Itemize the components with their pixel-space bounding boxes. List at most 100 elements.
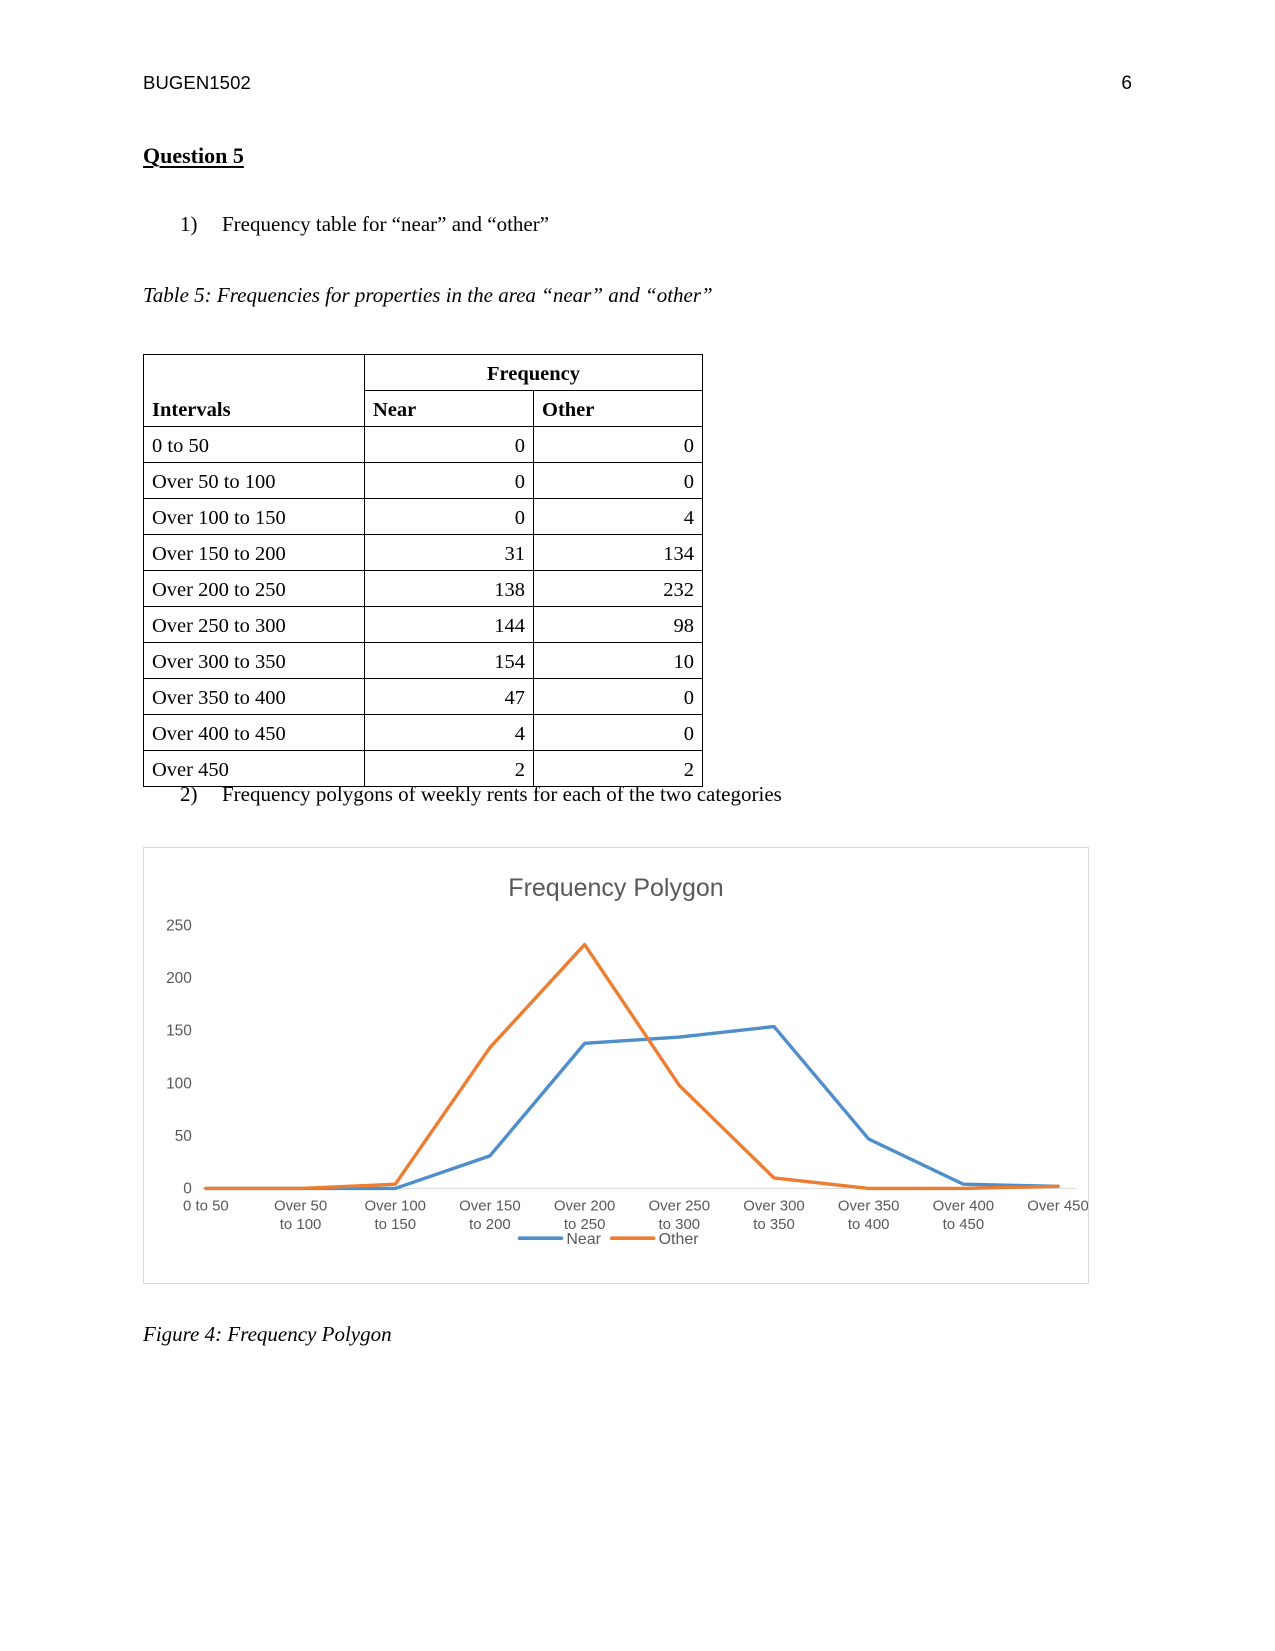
table-row: Over 250 to 300 144 98 bbox=[143, 606, 703, 643]
table-row: Over 400 to 450 4 0 bbox=[143, 714, 703, 751]
table-head: Frequency Intervals Near Other bbox=[143, 354, 703, 427]
question-title: Question 5 bbox=[143, 143, 244, 168]
table-cell-near: 154 bbox=[364, 642, 534, 679]
x-axis-tick-label: Over 50 to 100 bbox=[274, 1197, 327, 1233]
table-row: Over 100 to 150 0 4 bbox=[143, 498, 703, 535]
table-row: Over 200 to 250 138 232 bbox=[143, 570, 703, 607]
x-axis-tick-label: Over 200to 250 bbox=[554, 1197, 616, 1233]
x-axis-tick-label: Over 450 bbox=[1027, 1197, 1088, 1214]
chart-series-line-near bbox=[204, 1024, 1060, 1191]
table-cell-near: 31 bbox=[364, 534, 534, 571]
y-axis-tick-label: 200 bbox=[166, 970, 192, 987]
x-axis-ticks: 0 to 50 Over 50to 100Over 100to 150Over 1… bbox=[183, 1197, 1088, 1233]
svg-text:Over 50: Over 50 bbox=[274, 1197, 327, 1214]
x-axis-tick-label: 0 to 50 bbox=[183, 1197, 229, 1214]
svg-text:Over 150: Over 150 bbox=[459, 1197, 521, 1214]
table-cell-interval: Over 150 to 200 bbox=[143, 534, 365, 571]
table-caption: Table 5: Frequencies for properties in t… bbox=[143, 283, 713, 307]
table-cell-other: 0 bbox=[533, 462, 703, 499]
svg-text:to 350: to 350 bbox=[753, 1216, 795, 1233]
table-cell-near: 47 bbox=[364, 678, 534, 715]
table-cell-other: 0 bbox=[533, 714, 703, 751]
y-axis-tick-label: 50 bbox=[175, 1128, 192, 1145]
y-axis-tick-label: 150 bbox=[166, 1023, 192, 1040]
svg-text:Over 200: Over 200 bbox=[554, 1197, 616, 1214]
table-cell-near: 138 bbox=[364, 570, 534, 607]
list-item: 1) Frequency table for “near” and “other… bbox=[180, 212, 549, 237]
table-cell-other: 0 bbox=[533, 426, 703, 463]
svg-text:0 to 50: 0 to 50 bbox=[183, 1197, 229, 1214]
y-axis-ticks: 0 50 100 150 200 250 bbox=[166, 918, 192, 1198]
list-item-label: Frequency table for “near” and “other” bbox=[222, 212, 550, 236]
table-cell-near: 144 bbox=[364, 606, 534, 643]
table-cell-interval: Over 200 to 250 bbox=[143, 570, 365, 607]
table-cell-other: 232 bbox=[533, 570, 703, 607]
table-cell-other: 134 bbox=[533, 534, 703, 571]
x-axis-tick-label: Over 300 to 350 bbox=[743, 1197, 805, 1233]
chart-series-line-other bbox=[204, 942, 1060, 1191]
list-item: 2) Frequency polygons of weekly rents fo… bbox=[180, 782, 782, 807]
svg-text:to 150: to 150 bbox=[374, 1216, 416, 1233]
list-marker: 2) bbox=[180, 782, 198, 806]
list-marker: 1) bbox=[180, 212, 198, 236]
table-header-near: Near bbox=[364, 390, 534, 427]
frequency-polygon-chart: Frequency Polygon 0 50 100 150 200 250 0 to 5… bbox=[143, 847, 1089, 1284]
table-cell-interval: Over 400 to 450 bbox=[143, 714, 365, 751]
table-cell-near: 0 bbox=[364, 462, 534, 499]
chart-legend: Near Other bbox=[517, 1231, 700, 1248]
table-cell-interval: Over 250 to 300 bbox=[143, 606, 365, 643]
x-axis-tick-label: Over 350 to 400 bbox=[838, 1197, 900, 1233]
table-header-row-group: Frequency bbox=[143, 354, 703, 391]
table-header-other: Other bbox=[533, 390, 703, 427]
table-cell-near: 4 bbox=[364, 714, 534, 751]
table-cell-near: 0 bbox=[364, 498, 534, 535]
table-corner-cell bbox=[143, 354, 365, 391]
table-row: Over 150 to 200 31 134 bbox=[143, 534, 703, 571]
table-cell-other: 98 bbox=[533, 606, 703, 643]
table-cell-other: 10 bbox=[533, 642, 703, 679]
table-group-header-frequency: Frequency bbox=[364, 354, 703, 391]
x-axis-tick-label: Over 250to 300 bbox=[649, 1197, 711, 1233]
y-axis-tick-label: 100 bbox=[166, 1075, 192, 1092]
table-cell-interval: Over 100 to 150 bbox=[143, 498, 365, 535]
list-item-label: Frequency polygons of weekly rents for e… bbox=[222, 782, 782, 806]
table-row: 0 to 50 0 0 bbox=[143, 426, 703, 463]
table-row: Over 300 to 350 154 10 bbox=[143, 642, 703, 679]
svg-text:Over 300: Over 300 bbox=[743, 1197, 805, 1214]
course-code: BUGEN1502 bbox=[143, 72, 251, 93]
table-body: 0 to 50 0 0 Over 50 to 100 0 0 Over 100 to 150… bbox=[143, 426, 703, 787]
svg-text:to 200: to 200 bbox=[469, 1216, 511, 1233]
table-row: Over 350 to 400 47 0 bbox=[143, 678, 703, 715]
svg-text:Over 350: Over 350 bbox=[838, 1197, 900, 1214]
svg-text:Over 450: Over 450 bbox=[1027, 1197, 1088, 1214]
page-number: 6 bbox=[1121, 73, 1132, 94]
table-cell-interval: 0 to 50 bbox=[143, 426, 365, 463]
table-cell-other: 0 bbox=[533, 678, 703, 715]
x-axis-tick-label: Over 400 to 450 bbox=[933, 1197, 995, 1233]
svg-text:to 100: to 100 bbox=[280, 1216, 322, 1233]
svg-text:to 400: to 400 bbox=[848, 1216, 890, 1233]
frequency-table: Frequency Intervals Near Other 0 to 50 0 0… bbox=[143, 354, 703, 787]
svg-text:Over 400: Over 400 bbox=[933, 1197, 995, 1214]
table-cell-interval: Over 300 to 350 bbox=[143, 642, 365, 679]
legend-label-near: Near bbox=[566, 1231, 601, 1248]
x-axis-tick-label: Over 100 to 150 bbox=[364, 1197, 426, 1233]
legend-label-other: Other bbox=[659, 1231, 700, 1248]
figure-caption: Figure 4: Frequency Polygon bbox=[143, 1322, 392, 1346]
table-header-row-cols: Intervals Near Other bbox=[143, 390, 703, 427]
table-header-intervals: Intervals bbox=[143, 390, 365, 427]
table-cell-other: 4 bbox=[533, 498, 703, 535]
document-page: BUGEN1502 6 Question 5 1) Frequency tabl… bbox=[0, 0, 1275, 1651]
table-cell-near: 0 bbox=[364, 426, 534, 463]
series-lines bbox=[204, 942, 1060, 1191]
chart-svg: 050100150200250 0 to 50 Over 50to 100Over… bbox=[166, 918, 1088, 1249]
y-axis-tick-label: 0 bbox=[183, 1180, 192, 1197]
svg-text:Over 100: Over 100 bbox=[364, 1197, 426, 1214]
y-axis-tick-label: 250 bbox=[166, 918, 192, 935]
svg-text:to 450: to 450 bbox=[943, 1216, 985, 1233]
table-cell-interval: Over 350 to 400 bbox=[143, 678, 365, 715]
svg-text:Over 250: Over 250 bbox=[649, 1197, 711, 1214]
table-cell-interval: Over 50 to 100 bbox=[143, 462, 365, 499]
x-axis-tick-label: Over 150 to 200 bbox=[459, 1197, 521, 1233]
page-header: BUGEN1502 6 bbox=[143, 72, 1132, 95]
